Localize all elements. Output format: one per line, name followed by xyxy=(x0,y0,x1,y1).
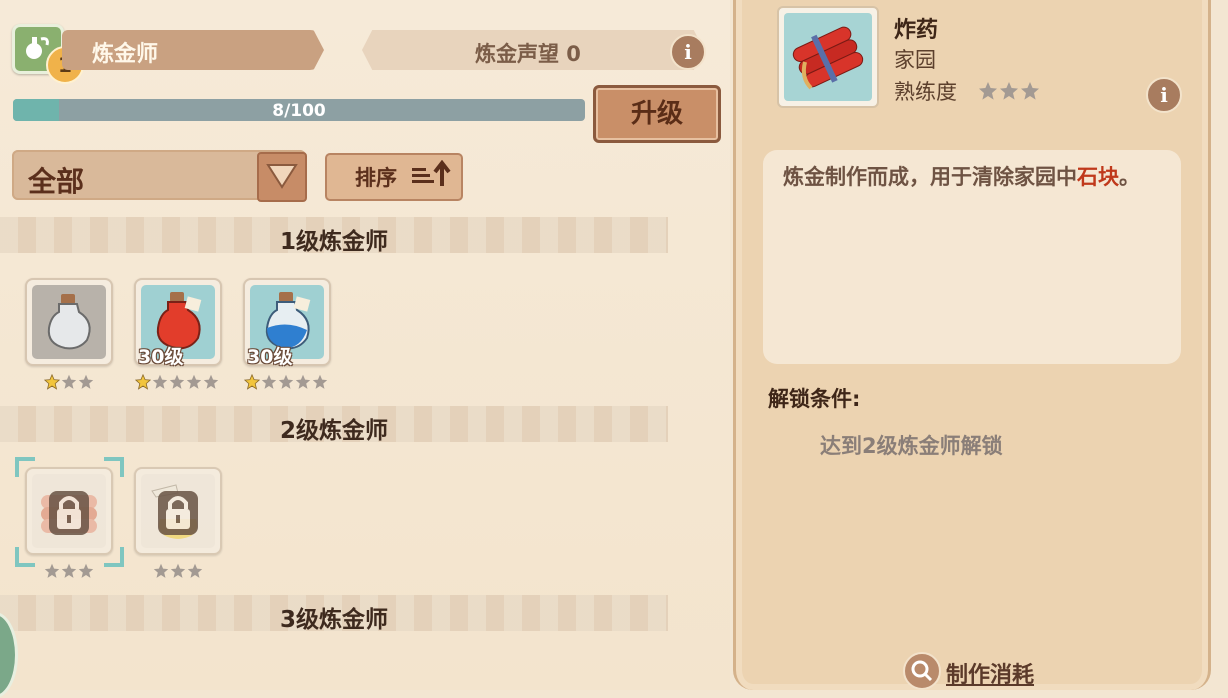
lock-icon xyxy=(158,491,198,535)
item-info-icon[interactable]: i xyxy=(1146,77,1182,113)
section-title-level-1: 1级炼金师 xyxy=(279,229,388,255)
description-end-text: 。 xyxy=(1119,165,1140,189)
reputation-info-icon[interactable]: i xyxy=(670,34,706,70)
upgrade-button[interactable]: 升级 xyxy=(593,85,721,143)
section-title-level-3: 3级炼金师 xyxy=(279,607,388,633)
item-description: 炼金制作而成，用于清除家园中石块。 xyxy=(783,158,1163,196)
recipe-stars-dynamite xyxy=(44,563,94,579)
detail-item-category: 家园 xyxy=(894,48,936,72)
recipe-stars-blue-potion xyxy=(244,374,328,390)
empty-flask-icon xyxy=(47,294,91,350)
experience-progress-text: 8/100 xyxy=(272,101,326,121)
recipe-stars-empty-flask xyxy=(44,374,94,390)
crafting-cost-button[interactable]: 制作消耗 xyxy=(946,657,1034,689)
detail-item-name: 炸药 xyxy=(894,18,939,43)
detail-item-icon-frame xyxy=(777,6,879,108)
unlock-condition-text: 达到2级炼金师解锁 xyxy=(820,434,1003,458)
recipe-level-label: 30级 xyxy=(247,346,293,368)
recipe-slot-dynamite[interactable] xyxy=(25,467,113,555)
recipe-level-label: 30级 xyxy=(138,346,184,368)
sort-ascending-icon xyxy=(412,160,451,186)
dropdown-arrow-icon[interactable] xyxy=(257,152,307,202)
recipe-stars-red-potion xyxy=(135,374,219,390)
magnifier-icon[interactable] xyxy=(903,652,941,690)
selection-corner xyxy=(15,547,35,567)
description-highlight-text: 石块 xyxy=(1077,165,1119,189)
description-main-text: 炼金制作而成，用于清除家园中 xyxy=(783,165,1077,189)
reputation-label: 炼金声望 0 xyxy=(475,42,581,66)
recipe-slot-empty-flask[interactable] xyxy=(25,278,113,366)
lock-icon xyxy=(49,491,89,535)
selection-corner xyxy=(15,457,35,477)
dynamite-icon xyxy=(792,26,864,90)
unlock-condition-label: 解锁条件: xyxy=(768,387,861,411)
class-title: 炼金师 xyxy=(92,42,159,67)
recipe-stars-spray-bottle xyxy=(153,563,203,579)
detail-proficiency-stars xyxy=(978,81,1040,101)
category-filter-value: 全部 xyxy=(28,165,85,198)
section-title-level-2: 2级炼金师 xyxy=(279,418,388,444)
sort-button-label: 排序 xyxy=(355,166,397,190)
selection-corner xyxy=(104,547,124,567)
selection-corner xyxy=(104,457,124,477)
recipe-slot-spray-bottle[interactable] xyxy=(134,467,222,555)
detail-proficiency-label: 熟练度 xyxy=(894,80,957,104)
